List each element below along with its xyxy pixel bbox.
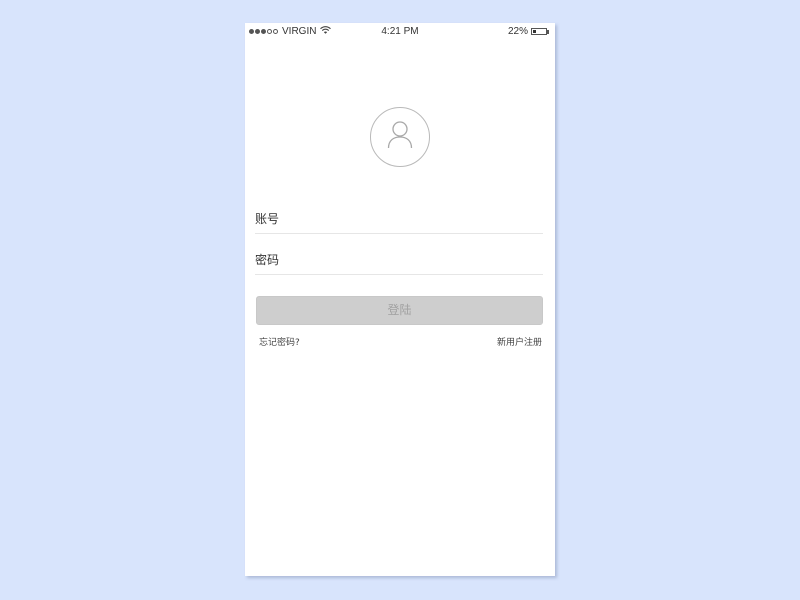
battery-percentage: 22% xyxy=(507,26,528,37)
battery-icon xyxy=(531,28,547,35)
register-link[interactable]: 新用户注册 xyxy=(497,335,542,348)
avatar xyxy=(370,107,430,167)
phone-screen: VIRGIN 4:21 PM 22% 账号 登陆 忘记密码? 新用户注册 xyxy=(245,23,555,576)
login-button[interactable]: 登陆 xyxy=(256,296,543,325)
forgot-password-link[interactable]: 忘记密码? xyxy=(259,335,300,348)
status-bar: VIRGIN 4:21 PM 22% xyxy=(245,23,555,41)
password-input[interactable] xyxy=(255,253,543,267)
password-field xyxy=(255,246,543,275)
status-right: 22% xyxy=(508,26,549,37)
battery-cap xyxy=(547,29,549,34)
account-field xyxy=(255,205,543,234)
battery-level xyxy=(533,30,536,33)
account-input[interactable] xyxy=(255,212,543,226)
user-icon xyxy=(387,120,413,155)
